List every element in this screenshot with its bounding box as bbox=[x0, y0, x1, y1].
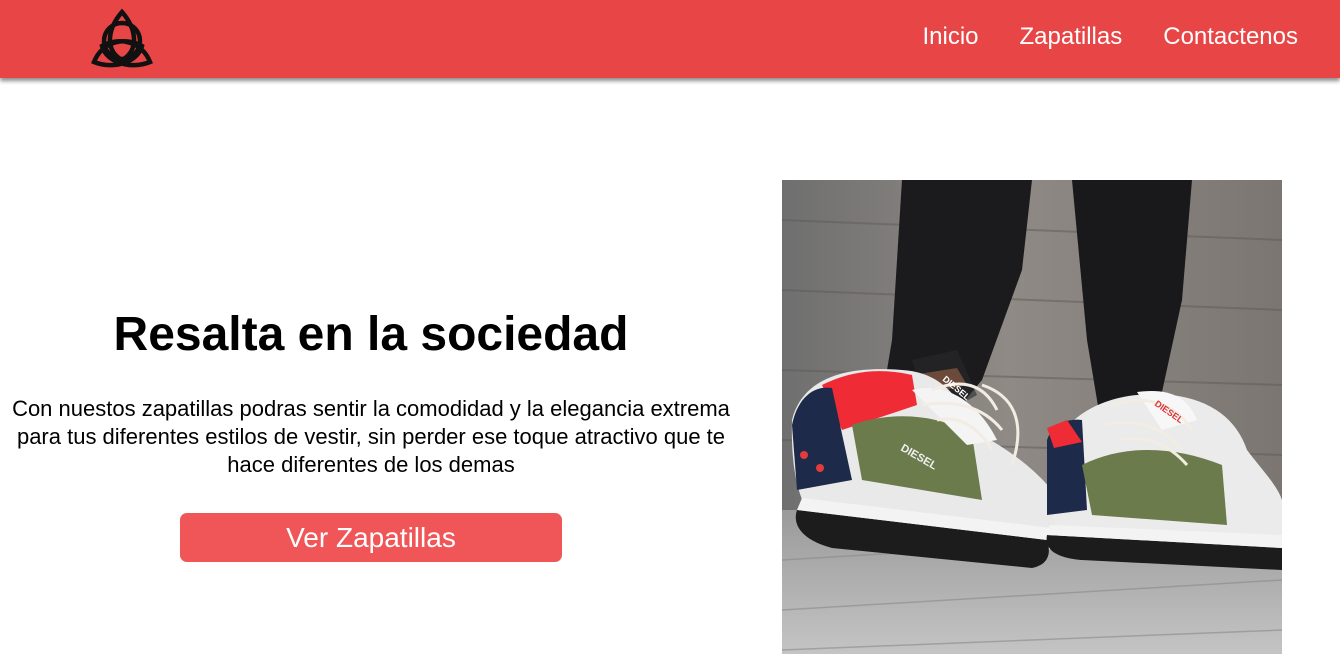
logo-link[interactable] bbox=[88, 6, 156, 74]
hero-description: Con nuestos zapatillas podras sentir la … bbox=[12, 396, 730, 477]
hero-title: Resalta en la sociedad bbox=[113, 308, 629, 361]
ver-zapatillas-button[interactable]: Ver Zapatillas bbox=[180, 513, 562, 562]
nav-link-inicio[interactable]: Inicio bbox=[922, 25, 978, 53]
nav-link-zapatillas[interactable]: Zapatillas bbox=[1020, 25, 1123, 53]
hero-image: DIESEL DIESEL DIESEL bbox=[782, 180, 1282, 654]
hero-section: Resalta en la sociedad Con nuestos zapat… bbox=[0, 305, 742, 479]
nav-menu: Inicio Zapatillas Contactenos bbox=[881, 0, 1298, 78]
navbar: Inicio Zapatillas Contactenos bbox=[0, 0, 1340, 78]
nav-link-contactenos[interactable]: Contactenos bbox=[1163, 25, 1298, 53]
sneakers-photo: DIESEL DIESEL DIESEL bbox=[782, 180, 1282, 654]
triquetra-logo-icon bbox=[91, 8, 153, 68]
